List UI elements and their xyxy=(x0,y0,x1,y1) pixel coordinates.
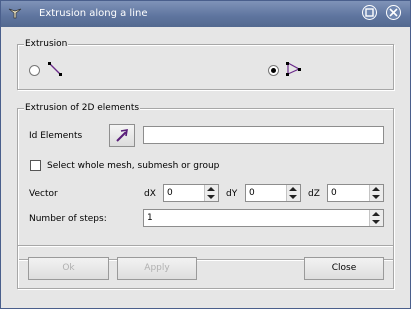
steps-value: 1 xyxy=(147,213,153,223)
close-icon xyxy=(389,8,398,17)
extrusion-dialog: Extrusion along a line Extrusion Extrusi… xyxy=(0,0,411,309)
spin-up-icon[interactable] xyxy=(372,187,380,191)
steps-spinbox[interactable]: 1 xyxy=(143,209,384,227)
spin-up-icon[interactable] xyxy=(207,187,215,191)
dy-value: 0 xyxy=(249,188,255,198)
id-elements-input[interactable] xyxy=(143,126,384,144)
dz-spin-arrows[interactable] xyxy=(369,185,383,201)
title-bar[interactable]: Extrusion along a line xyxy=(1,1,410,27)
extrusion-group-legend: Extrusion xyxy=(24,38,69,50)
elements-group: Extrusion of 2D elements Id Elements Sel… xyxy=(17,102,394,260)
radio-extrude-faces[interactable] xyxy=(268,65,279,76)
spin-down-icon[interactable] xyxy=(372,195,380,199)
dz-value: 0 xyxy=(331,188,337,198)
id-elements-label: Id Elements xyxy=(29,131,83,141)
dy-label: dY xyxy=(226,189,238,199)
apply-button[interactable]: Apply xyxy=(117,257,197,280)
dialog-body: Extrusion Extrusion of 2D elements Id El… xyxy=(1,27,410,308)
spin-down-icon[interactable] xyxy=(289,195,297,199)
close-window-button[interactable] xyxy=(386,5,401,20)
radio-extrude-edges[interactable] xyxy=(29,65,40,76)
button-panel: Ok Apply Close xyxy=(17,245,394,289)
select-elements-button[interactable] xyxy=(109,124,135,147)
dx-spinbox[interactable]: 0 xyxy=(163,184,219,202)
spin-up-icon[interactable] xyxy=(372,212,380,216)
spin-down-icon[interactable] xyxy=(372,220,380,224)
vector-label: Vector xyxy=(29,189,58,199)
steps-label: Number of steps: xyxy=(29,214,107,224)
extrusion-group: Extrusion xyxy=(17,38,394,90)
dy-spinbox[interactable]: 0 xyxy=(245,184,301,202)
dx-label: dX xyxy=(144,189,156,199)
dz-label: dZ xyxy=(308,189,320,199)
elements-group-legend: Extrusion of 2D elements xyxy=(24,102,141,114)
steps-spin-arrows[interactable] xyxy=(369,210,383,226)
dx-spin-arrows[interactable] xyxy=(204,185,218,201)
select-whole-mesh-label: Select whole mesh, submesh or group xyxy=(47,161,220,171)
selection-arrow-icon xyxy=(116,129,128,142)
spin-up-icon[interactable] xyxy=(289,187,297,191)
maximize-button[interactable] xyxy=(362,5,377,20)
edge-icon xyxy=(48,62,62,76)
dz-spinbox[interactable]: 0 xyxy=(327,184,384,202)
ok-button[interactable]: Ok xyxy=(28,257,109,280)
maximize-icon xyxy=(365,8,374,17)
dx-value: 0 xyxy=(167,188,173,198)
face-icon xyxy=(286,61,301,76)
window-title: Extrusion along a line xyxy=(39,8,148,19)
close-button[interactable]: Close xyxy=(304,257,384,280)
select-whole-mesh-checkbox[interactable] xyxy=(30,160,41,171)
app-icon[interactable] xyxy=(8,7,22,19)
spin-down-icon[interactable] xyxy=(207,195,215,199)
dy-spin-arrows[interactable] xyxy=(286,185,300,201)
